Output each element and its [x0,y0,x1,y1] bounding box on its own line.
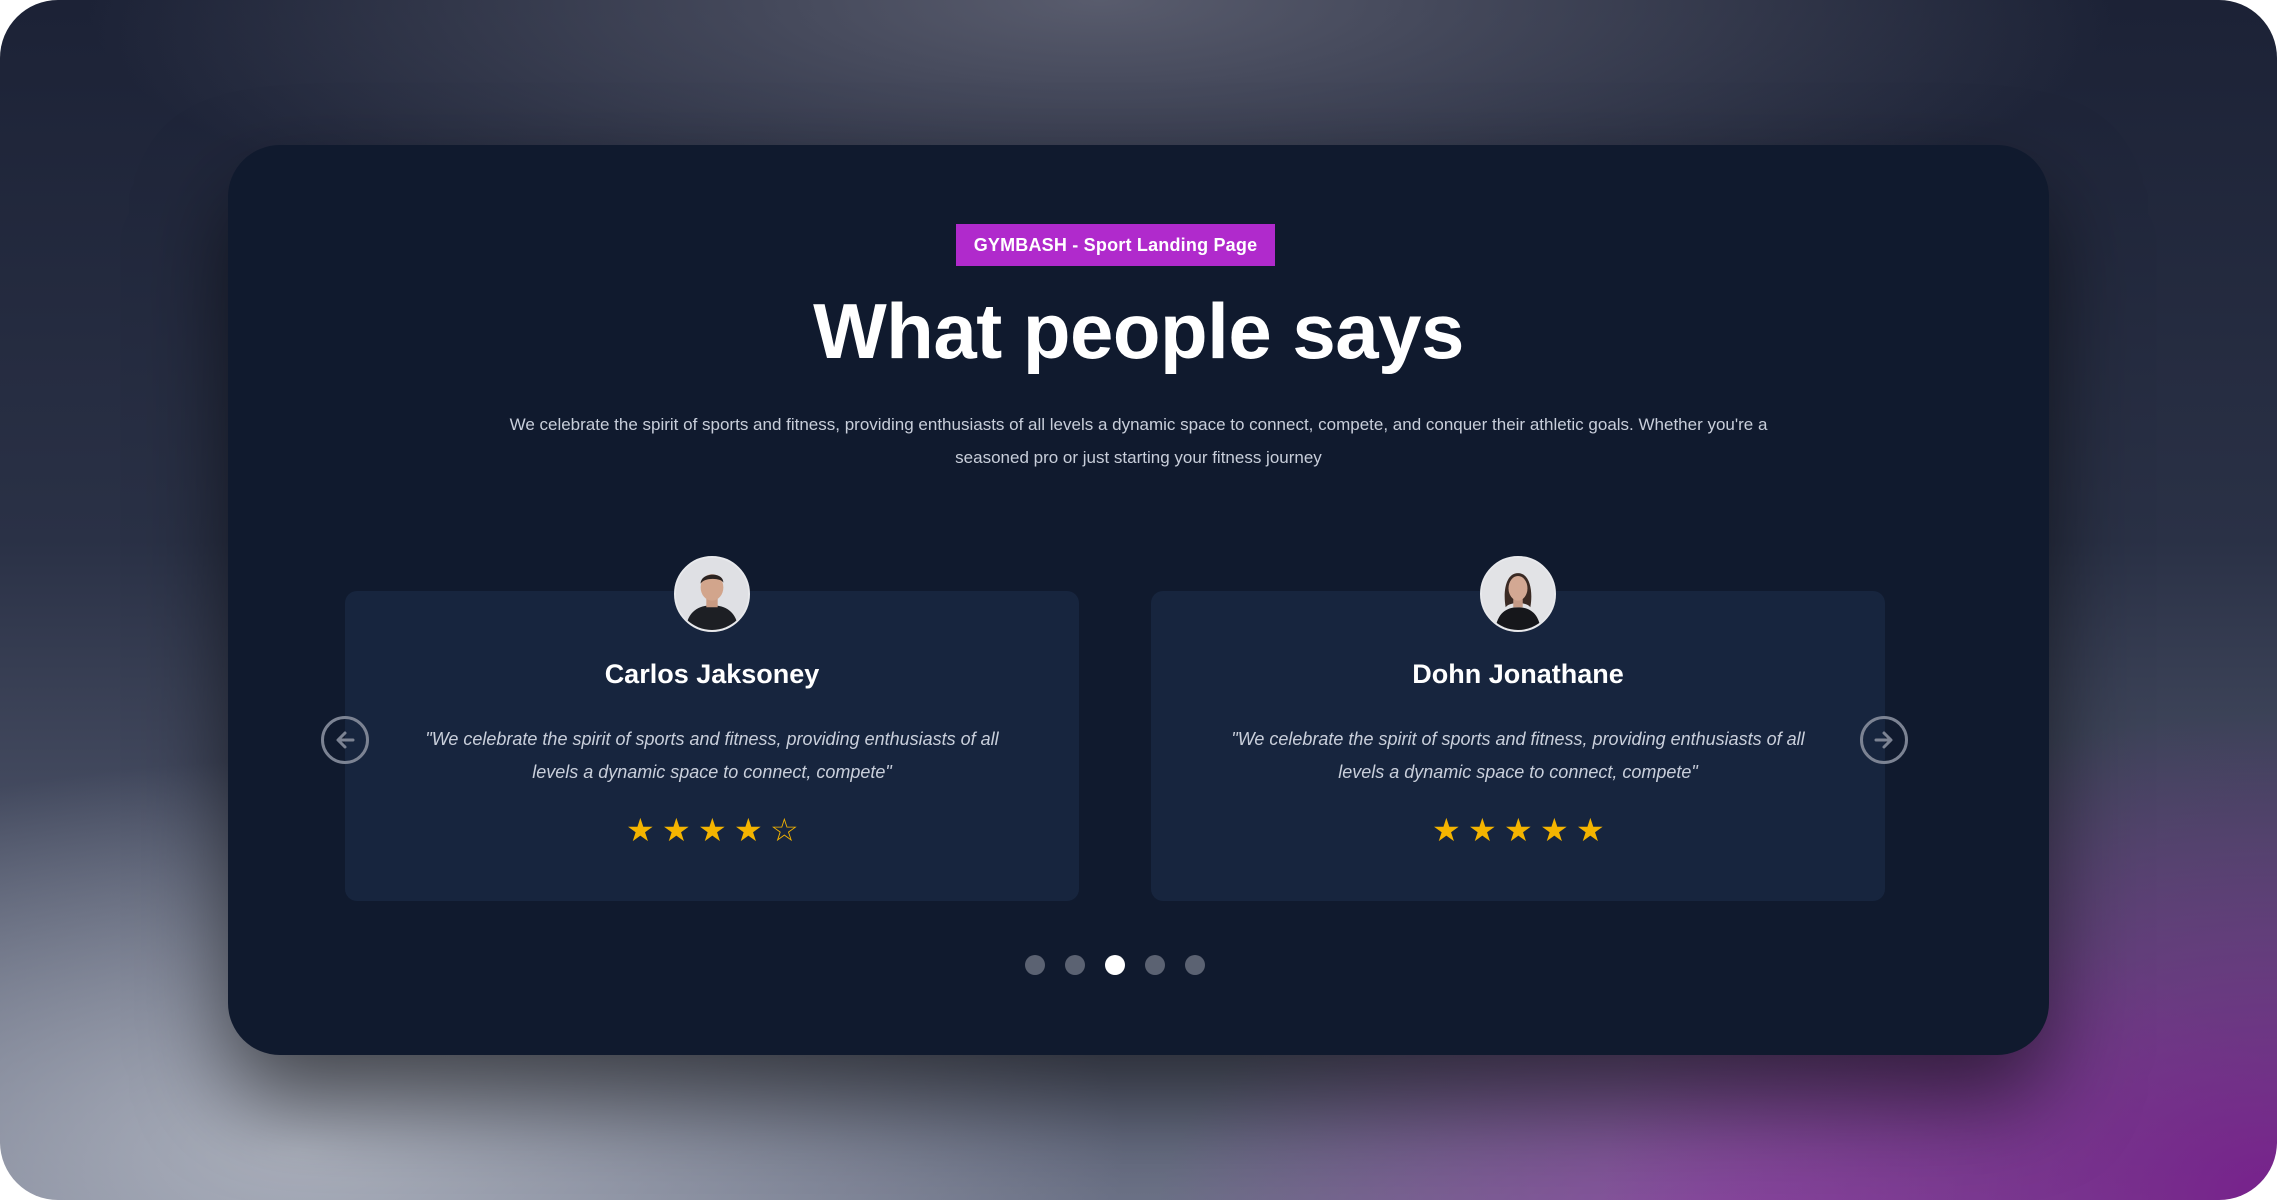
star-empty-icon: ☆ [770,812,799,848]
carousel-next-button[interactable] [1860,716,1908,764]
star-filled-icon: ★ [1576,812,1605,848]
avatar-female-icon [1482,558,1554,630]
testimonial-quote: "We celebrate the spirit of sports and f… [1231,729,1805,782]
testimonial-name: Dohn Jonathane [1412,659,1624,689]
testimonial-card: Carlos Jaksoney "We celebrate the spirit… [345,556,1079,901]
pagination-dot[interactable] [1065,955,1085,975]
avatar [1480,556,1556,632]
star-filled-icon: ★ [734,812,763,848]
pagination-dot[interactable] [1185,955,1205,975]
carousel-prev-button[interactable] [321,716,369,764]
section-title: What people says [813,287,1464,375]
star-filled-icon: ★ [626,812,655,848]
avatar-male-icon [676,558,748,630]
star-filled-icon: ★ [698,812,727,848]
pagination-dot[interactable] [1145,955,1165,975]
star-filled-icon: ★ [1504,812,1533,848]
star-filled-icon: ★ [1468,812,1497,848]
carousel-pagination [1025,954,1205,976]
brand-badge: GYMBASH - Sport Landing Page [956,224,1275,266]
testimonial-name: Carlos Jaksoney [604,659,820,689]
section-subtitle: We celebrate the spirit of sports and fi… [509,415,1768,467]
avatar [674,556,750,632]
testimonial-quote: "We celebrate the spirit of sports and f… [425,729,999,782]
star-rating: ★ ★ ★ ★ ☆ [345,813,1079,847]
testimonial-card: Dohn Jonathane "We celebrate the spirit … [1151,556,1885,901]
arrow-right-icon [1874,731,1893,749]
star-filled-icon: ★ [1432,812,1461,848]
star-rating: ★ ★ ★ ★ ★ [1151,813,1885,847]
arrow-left-icon [336,731,355,749]
star-filled-icon: ★ [662,812,691,848]
pagination-dot[interactable] [1105,955,1125,975]
star-filled-icon: ★ [1540,812,1569,848]
pagination-dot[interactable] [1025,955,1045,975]
